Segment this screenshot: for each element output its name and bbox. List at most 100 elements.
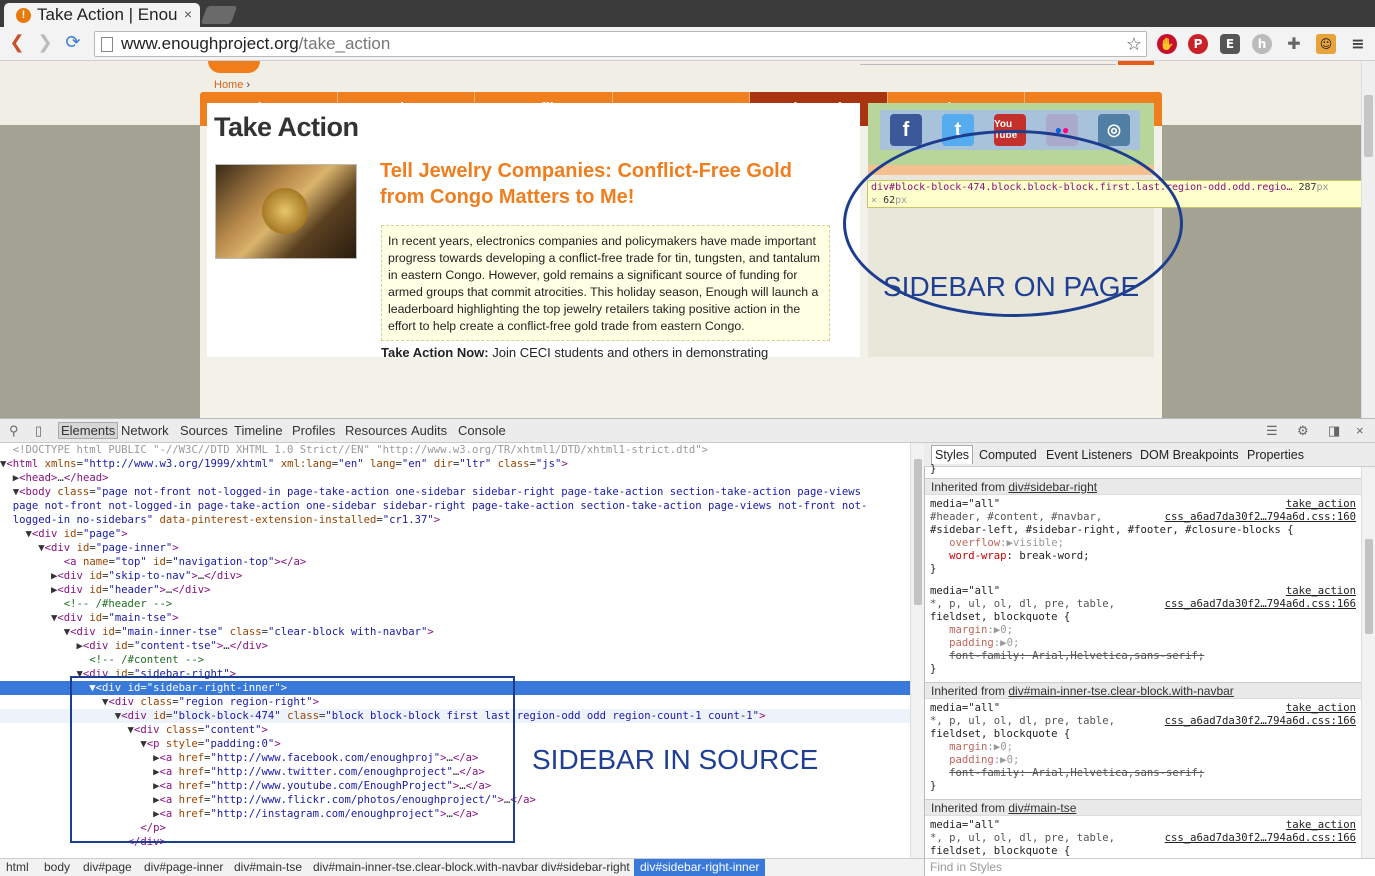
tree-div-header[interactable]: ▶<div id="header">…</div> xyxy=(0,583,910,597)
dom-crumb-page[interactable]: div#page xyxy=(83,860,132,874)
tab-strip: ! Take Action | Enou × xyxy=(0,0,1375,27)
bookmark-star-icon[interactable]: ☆ xyxy=(1126,32,1142,56)
device-mode-icon[interactable]: ▯ xyxy=(35,423,42,439)
article-title[interactable]: Tell Jewelry Companies: Conflict-Free Go… xyxy=(380,158,820,210)
tree-comment-header[interactable]: <!-- /#header --> xyxy=(0,597,910,611)
evernote-icon[interactable]: E xyxy=(1220,34,1240,54)
rule3-prop-margin-name: margin xyxy=(949,741,988,753)
dock-icon[interactable]: ◨ xyxy=(1328,423,1340,439)
forward-button[interactable]: ❯ xyxy=(34,32,56,54)
instagram-icon[interactable]: ◎ xyxy=(1098,114,1130,146)
site-logo[interactable] xyxy=(208,61,260,73)
rule1-prop-overflow-value: visible; xyxy=(1012,537,1064,549)
rule4-file-link[interactable]: css_a6ad7da30f2…794a6d.css:166 xyxy=(1165,832,1356,845)
tab-console[interactable]: Console xyxy=(458,423,506,438)
tab-elements[interactable]: Elements xyxy=(58,422,119,439)
dom-crumb-main-inner[interactable]: div#main-inner-tse.clear-block.with-navb… xyxy=(313,860,538,874)
dom-crumb-sidebar-right[interactable]: div#sidebar-right xyxy=(541,860,630,874)
rule1-prop-overflow-name: overflow xyxy=(949,537,1001,549)
tree-div-main-tse[interactable]: ▼<div id="main-tse"> xyxy=(0,611,910,625)
search-button[interactable] xyxy=(1118,61,1154,65)
tab-network[interactable]: Network xyxy=(121,423,169,438)
find-in-styles-input[interactable]: Find in Styles xyxy=(925,858,1375,876)
tree-body[interactable]: ▼<body class="page not-front not-logged-… xyxy=(0,485,910,499)
tab-timeline[interactable]: Timeline xyxy=(234,423,283,438)
tab-styles[interactable]: Styles xyxy=(931,445,974,464)
tree-html[interactable]: ▼<html xmlns="http://www.w3.org/1999/xht… xyxy=(0,457,910,471)
adblock-icon[interactable]: ✋ xyxy=(1157,34,1177,54)
dom-crumb-main-tse[interactable]: div#main-tse xyxy=(234,860,302,874)
tab-event-listeners[interactable]: Event Listeners xyxy=(1046,448,1132,462)
pinterest-icon[interactable]: P xyxy=(1188,34,1208,54)
reload-button[interactable]: ⟳ xyxy=(62,32,84,54)
dom-crumb-page-inner[interactable]: div#page-inner xyxy=(144,860,223,874)
tree-body-cont1: page not-front not-logged-in page-take-a… xyxy=(0,500,868,512)
gear-icon[interactable]: ⚙ xyxy=(1297,423,1309,439)
h-extension-icon[interactable]: h xyxy=(1252,34,1272,54)
new-tab-button[interactable] xyxy=(200,6,238,24)
rule1-media-text: media="all" xyxy=(930,498,1001,510)
tree-head[interactable]: ▶<head>…</head> xyxy=(0,471,910,485)
rule3-prop-font-name: font-family xyxy=(949,767,1020,779)
styles-scrollbar[interactable] xyxy=(1361,467,1375,858)
rule3-prop-padding[interactable]: padding:▶0; xyxy=(930,754,1360,767)
console-drawer-icon[interactable]: ☰ xyxy=(1266,423,1278,439)
elements-scrollbar[interactable] xyxy=(910,443,924,858)
rule4-selector-text: *, p, ul, ol, dl, pre, table, xyxy=(930,832,1115,844)
rule2-prop-margin-value: 0; xyxy=(1000,624,1013,636)
facebook-icon[interactable]: f xyxy=(890,114,922,146)
rule2-prop-margin[interactable]: margin:▶0; xyxy=(930,624,1360,637)
rule2-prop-font[interactable]: font-family: Arial,Helvetica,sans-serif; xyxy=(930,650,1360,663)
dom-crumb-html[interactable]: html xyxy=(6,860,29,874)
tree-comment-content[interactable]: <!-- /#content --> xyxy=(0,653,910,667)
tab-profiles[interactable]: Profiles xyxy=(292,423,335,438)
inherited-link-sidebar-right[interactable]: div#sidebar-right xyxy=(1008,480,1097,494)
rule4-source-link[interactable]: take_action xyxy=(1286,819,1356,832)
tab-audits[interactable]: Audits xyxy=(411,423,447,438)
extension-face-icon[interactable]: ☺ xyxy=(1316,34,1336,54)
rule2-source-link[interactable]: take_action xyxy=(1286,585,1356,598)
tree-div-content[interactable]: ▶<div id="content-tse">…</div> xyxy=(0,639,910,653)
puzzle-icon[interactable]: ✚ xyxy=(1284,34,1304,54)
rule1-file-link[interactable]: css_a6ad7da30f2…794a6d.css:160 xyxy=(1165,511,1356,524)
inspect-search-icon[interactable]: ⚲ xyxy=(9,423,19,439)
tree-div-skip[interactable]: ▶<div id="skip-to-nav">…</div> xyxy=(0,569,910,583)
page-scrollbar[interactable] xyxy=(1361,61,1375,418)
dom-crumb-sidebar-right-inner[interactable]: div#sidebar-right-inner xyxy=(634,859,766,876)
tree-doctype[interactable]: <!DOCTYPE html PUBLIC "-//W3C//DTD XHTML… xyxy=(0,443,910,457)
menu-icon[interactable]: ≡ xyxy=(1348,34,1368,54)
rule1-prop-overflow[interactable]: overflow:▶visible; xyxy=(930,537,1360,550)
rule3-prop-font[interactable]: font-family: Arial,Helvetica,sans-serif; xyxy=(930,767,1360,780)
tree-a-top[interactable]: <a name="top" id="navigation-top"></a> xyxy=(0,555,910,569)
page-scrollbar-thumb[interactable] xyxy=(1364,95,1373,157)
tree-div-page-inner[interactable]: ▼<div id="page-inner"> xyxy=(0,541,910,555)
rule1-prop-wordwrap[interactable]: word-wrap: break-word; xyxy=(930,550,1360,563)
tab-dom-breakpoints[interactable]: DOM Breakpoints xyxy=(1140,448,1239,462)
tree-div-page[interactable]: ▼<div id="page"> xyxy=(0,527,910,541)
tree-div-main-inner[interactable]: ▼<div id="main-inner-tse" class="clear-b… xyxy=(0,625,910,639)
rule3-file-link[interactable]: css_a6ad7da30f2…794a6d.css:166 xyxy=(1165,715,1356,728)
styles-scrollbar-thumb[interactable] xyxy=(1365,539,1373,634)
elements-scrollbar-thumb[interactable] xyxy=(914,459,922,605)
search-field[interactable] xyxy=(860,61,1116,65)
tab-resources[interactable]: Resources xyxy=(345,423,407,438)
dom-crumb-body[interactable]: body xyxy=(44,860,70,874)
address-bar[interactable]: www.enoughproject.org/take_action ☆ xyxy=(94,31,1147,57)
rule2-prop-padding[interactable]: padding:▶0; xyxy=(930,637,1360,650)
inherited-link-main-inner[interactable]: div#main-inner-tse.clear-block.with-navb… xyxy=(1008,684,1233,698)
breadcrumb-home[interactable]: Home xyxy=(214,79,243,91)
close-devtools-icon[interactable]: × xyxy=(1356,423,1364,438)
inherited-header-main-tse: Inherited from div#main-tse xyxy=(925,799,1361,816)
back-button[interactable]: ❮ xyxy=(6,32,28,54)
breadcrumb: Home › xyxy=(214,79,250,91)
tab-computed[interactable]: Computed xyxy=(979,448,1037,462)
rule3-prop-margin[interactable]: margin:▶0; xyxy=(930,741,1360,754)
tab-active[interactable]: ! Take Action | Enou × xyxy=(4,3,200,27)
tab-properties[interactable]: Properties xyxy=(1247,448,1304,462)
rule3-source-link[interactable]: take_action xyxy=(1286,702,1356,715)
close-tab-icon[interactable]: × xyxy=(184,6,192,22)
rule1-source-link[interactable]: take_action xyxy=(1286,498,1356,511)
rule2-file-link[interactable]: css_a6ad7da30f2…794a6d.css:166 xyxy=(1165,598,1356,611)
tab-sources[interactable]: Sources xyxy=(180,423,228,438)
inherited-link-main-tse[interactable]: div#main-tse xyxy=(1008,801,1076,815)
